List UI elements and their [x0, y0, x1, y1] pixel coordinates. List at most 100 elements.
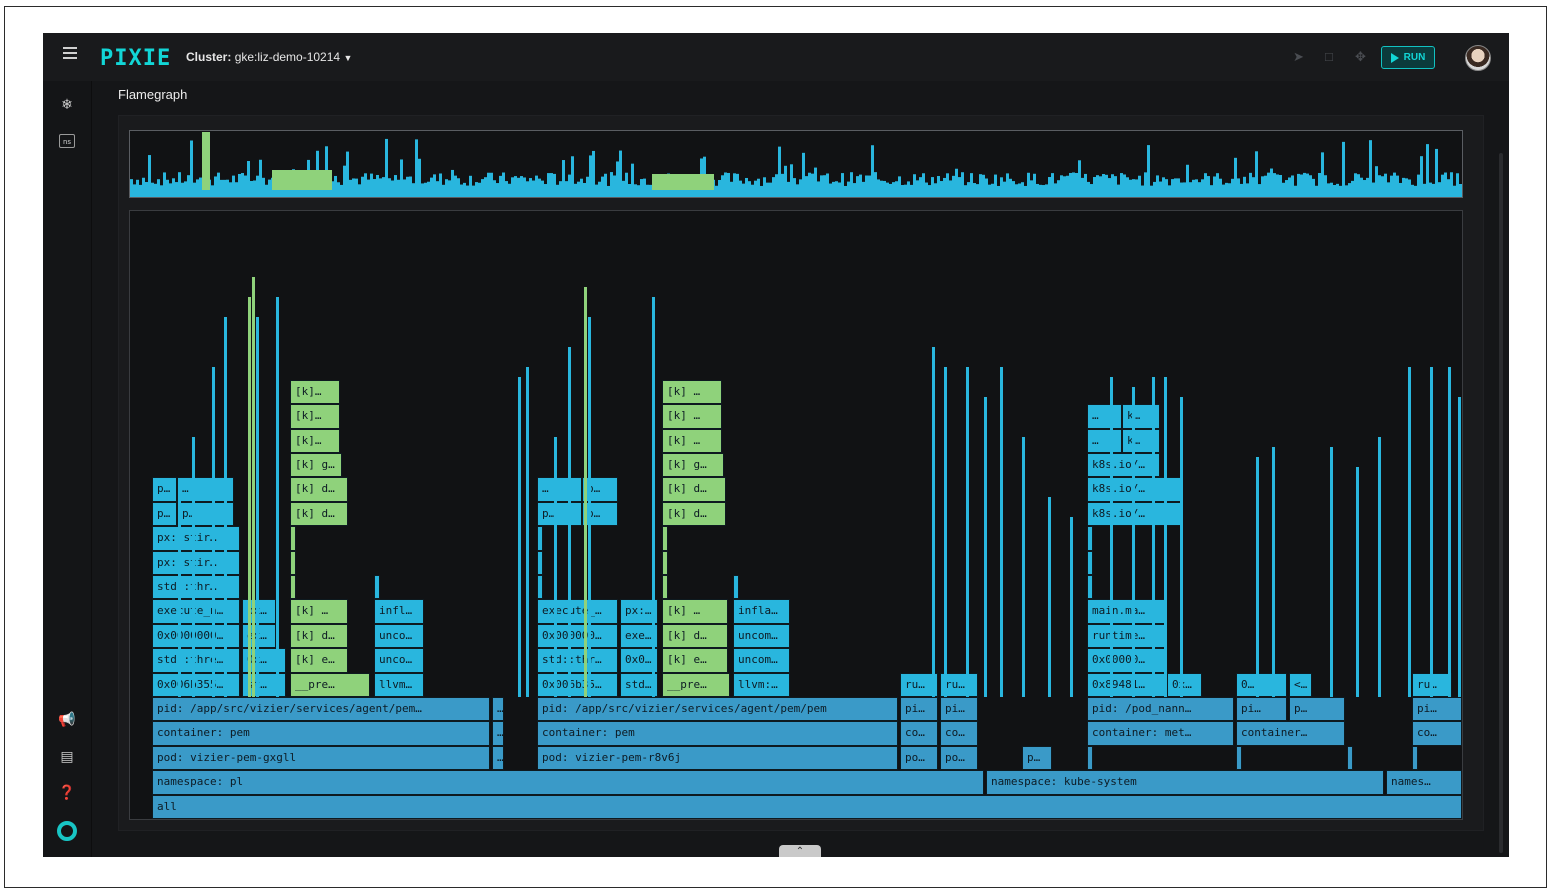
flame-frame[interactable]: [k] …	[662, 404, 722, 429]
flame-frame[interactable]: container: met…	[1087, 721, 1234, 746]
collapse-drawer-button[interactable]: ⌃	[779, 845, 821, 857]
flame-frame[interactable]: p…	[537, 501, 582, 527]
flame-frame[interactable]: pi…	[1412, 697, 1462, 722]
pixie-status-icon[interactable]	[57, 821, 77, 841]
flame-frame[interactable]: p…	[152, 477, 177, 502]
flame-frame[interactable]: [k] g…	[662, 453, 724, 478]
flame-frame[interactable]: 0x006b35…	[537, 672, 618, 697]
flame-frame[interactable]: std::thr…	[537, 648, 618, 673]
flame-frame[interactable]: uncom…	[733, 623, 790, 649]
flame-frame[interactable]: [k]…	[290, 379, 340, 405]
send-icon[interactable]: ➤	[1293, 49, 1304, 65]
flame-frame[interactable]: [k] e…	[662, 648, 728, 673]
flame-frame[interactable]: [k] v…	[290, 575, 296, 600]
flame-frame[interactable]: infl…	[374, 599, 424, 624]
flame-frame[interactable]: px::stir…	[537, 550, 543, 575]
flame-frame[interactable]: container…	[1236, 721, 1345, 746]
flame-frame[interactable]: pid: /app/src/vizier/services/agent/pem/…	[537, 697, 898, 722]
flame-frame[interactable]: pid: /app/src/vizier/services/agent/pem…	[152, 697, 490, 722]
flame-frame[interactable]: [k] v…	[662, 575, 668, 600]
flame-frame[interactable]: …	[1087, 404, 1122, 429]
flame-frame[interactable]: container: pem	[152, 721, 490, 746]
flame-frame[interactable]: [k] d…	[290, 477, 348, 502]
flame-frame[interactable]: po…	[900, 745, 938, 771]
share-icon[interactable]: □	[1325, 49, 1333, 64]
pixie-logo[interactable]: PIXIE	[100, 46, 171, 71]
flame-frame[interactable]: [k]…	[290, 404, 340, 429]
flame-frame[interactable]: 0…	[1236, 672, 1287, 697]
flame-frame[interactable]: k8s.io/…	[1087, 526, 1093, 551]
flame-frame[interactable]: 0x…	[1167, 672, 1202, 697]
flame-frame[interactable]: unco…	[374, 648, 424, 673]
flame-frame[interactable]: …	[492, 697, 504, 722]
flame-frame[interactable]: …	[492, 721, 504, 746]
hamburger-menu-icon[interactable]	[63, 47, 77, 61]
flame-frame[interactable]: namespace: pl	[152, 770, 984, 795]
flamegraph-minimap[interactable]	[129, 130, 1463, 198]
flame-frame[interactable]: container: pem	[537, 721, 898, 746]
flame-frame[interactable]: pi…	[900, 697, 938, 722]
flame-frame[interactable]: infl…	[733, 575, 739, 600]
flame-frame[interactable]: llvm…	[374, 672, 424, 697]
flame-frame[interactable]: execute_…	[537, 599, 618, 624]
flame-frame[interactable]: __pre…	[290, 672, 370, 697]
flame-frame[interactable]: px::sti…	[537, 526, 543, 551]
flame-frame[interactable]: p…	[152, 501, 177, 527]
flame-frame[interactable]: pid: /pod_nann…	[1087, 697, 1234, 722]
flame-frame[interactable]: pi…	[1236, 697, 1287, 722]
flame-frame[interactable]: pod: vizier-pem-r8v6j	[537, 745, 898, 771]
flame-frame[interactable]: [k] …	[290, 599, 348, 624]
docs-icon[interactable]: ▤	[58, 747, 76, 765]
vertical-scrollbar[interactable]	[1499, 153, 1503, 853]
flame-frame[interactable]: [k] d…	[662, 501, 726, 527]
announcement-icon[interactable]: 📢	[58, 710, 76, 728]
flame-frame[interactable]: llvm:…	[733, 672, 790, 697]
flame-frame[interactable]: …	[492, 745, 504, 771]
flame-frame[interactable]: …	[1087, 428, 1122, 453]
flame-frame[interactable]: k8s.io/…	[1087, 550, 1093, 575]
flame-frame[interactable]: <…	[1289, 672, 1312, 697]
flame-frame[interactable]: k8s.io/…	[1087, 453, 1160, 478]
flame-frame[interactable]: pod: metrics-ser…	[1087, 745, 1093, 771]
flame-frame[interactable]: p…	[1022, 745, 1052, 771]
namespace-icon[interactable]: ns	[59, 134, 75, 148]
flame-frame[interactable]: [k] g…	[290, 453, 342, 478]
flame-frame[interactable]: [k] o…	[290, 526, 296, 551]
flame-frame[interactable]: std::thr…	[537, 575, 543, 600]
flame-frame[interactable]: …	[537, 477, 582, 502]
flame-frame[interactable]: unco…	[374, 623, 424, 649]
help-icon[interactable]: ❓	[58, 783, 76, 801]
flame-frame[interactable]: all	[152, 794, 1462, 819]
flame-frame[interactable]: pi…	[940, 697, 978, 722]
flame-frame[interactable]: [k] …	[662, 428, 722, 453]
flame-frame[interactable]: pod: cili…	[1236, 745, 1242, 771]
flame-frame[interactable]: co…	[900, 721, 938, 746]
flame-frame[interactable]: k8s.io/…	[1087, 575, 1093, 600]
flame-frame[interactable]: pod: vizier-pem-gxgll	[152, 745, 490, 771]
flame-frame[interactable]: [k] o…	[662, 526, 668, 551]
flame-frame[interactable]: 0x000000…	[537, 623, 618, 649]
flame-frame[interactable]: [k] …	[662, 379, 722, 405]
flame-frame[interactable]: uncom…	[733, 648, 790, 673]
flame-frame[interactable]: [k] …	[662, 550, 668, 575]
kubernetes-icon[interactable]: ❄	[58, 95, 76, 113]
flame-frame[interactable]: inf…	[374, 575, 380, 600]
flame-frame[interactable]: co…	[940, 721, 978, 746]
flame-frame[interactable]: p…	[1347, 745, 1353, 771]
flame-frame[interactable]: co…	[1412, 721, 1462, 746]
flame-frame[interactable]: [k] d…	[290, 501, 348, 527]
flame-frame[interactable]: [k] …	[662, 599, 728, 624]
flame-frame[interactable]: p…	[1289, 697, 1345, 722]
flame-frame[interactable]: [k] d…	[662, 477, 726, 502]
cluster-selector[interactable]: Cluster: gke:liz-demo-10214 ▼	[186, 50, 352, 64]
flame-frame[interactable]: names…	[1386, 770, 1462, 795]
move-icon[interactable]: ✥	[1355, 49, 1366, 65]
flamegraph[interactable]: all namespace: pl namespace: kube-system na…	[129, 210, 1463, 820]
flame-frame[interactable]: po…	[940, 745, 978, 771]
flame-frame[interactable]: [k]…	[290, 428, 340, 453]
flame-frame[interactable]: __pre…	[662, 672, 730, 697]
flame-frame[interactable]: po…	[1412, 745, 1418, 771]
flame-frame[interactable]: [k] e…	[290, 648, 348, 673]
flame-frame[interactable]: [k] d…	[290, 623, 348, 649]
flame-frame[interactable]: [k] …	[290, 550, 296, 575]
